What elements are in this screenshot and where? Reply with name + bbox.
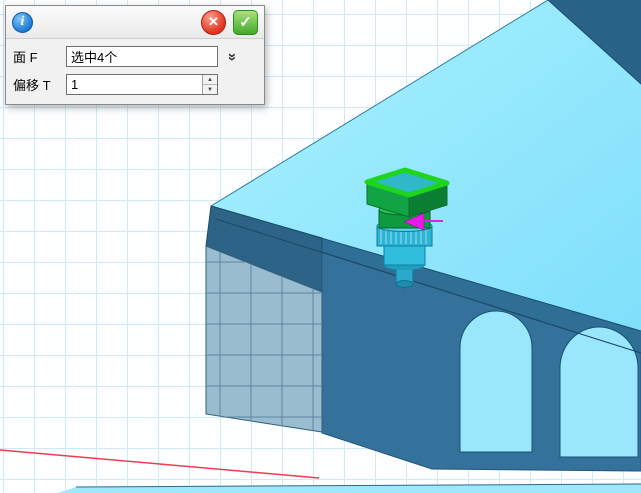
ok-button[interactable]: ✓ <box>233 10 258 35</box>
spin-down-button[interactable]: ▼ <box>203 84 217 94</box>
spin-up-button[interactable]: ▲ <box>203 75 217 84</box>
offset-value-input[interactable] <box>67 75 202 94</box>
face-selection-input[interactable] <box>66 46 218 67</box>
expand-selection-button[interactable]: » <box>223 47 243 67</box>
offset-field-row: 偏移 T ▲ ▼ <box>13 74 257 95</box>
face-field-row: 面 F » <box>13 46 257 67</box>
spinner: ▲ ▼ <box>202 75 217 94</box>
dialog-body: 面 F » 偏移 T ▲ ▼ <box>6 39 264 104</box>
double-chevron-icon: » <box>225 53 242 60</box>
cancel-button[interactable]: ✕ <box>201 10 226 35</box>
model-arch-opening-1[interactable] <box>460 311 532 452</box>
info-icon[interactable]: i <box>12 12 33 33</box>
dialog-header: i ✕ ✓ <box>6 6 264 39</box>
manipulator-mid-cylinder[interactable] <box>384 243 425 270</box>
offset-dialog: i ✕ ✓ 面 F » 偏移 T ▲ ▼ <box>5 5 265 105</box>
face-field-label: 面 F <box>13 47 61 66</box>
offset-spinbox: ▲ ▼ <box>66 74 218 95</box>
model-arch-opening-2[interactable] <box>560 327 638 457</box>
offset-field-label: 偏移 T <box>13 75 61 94</box>
